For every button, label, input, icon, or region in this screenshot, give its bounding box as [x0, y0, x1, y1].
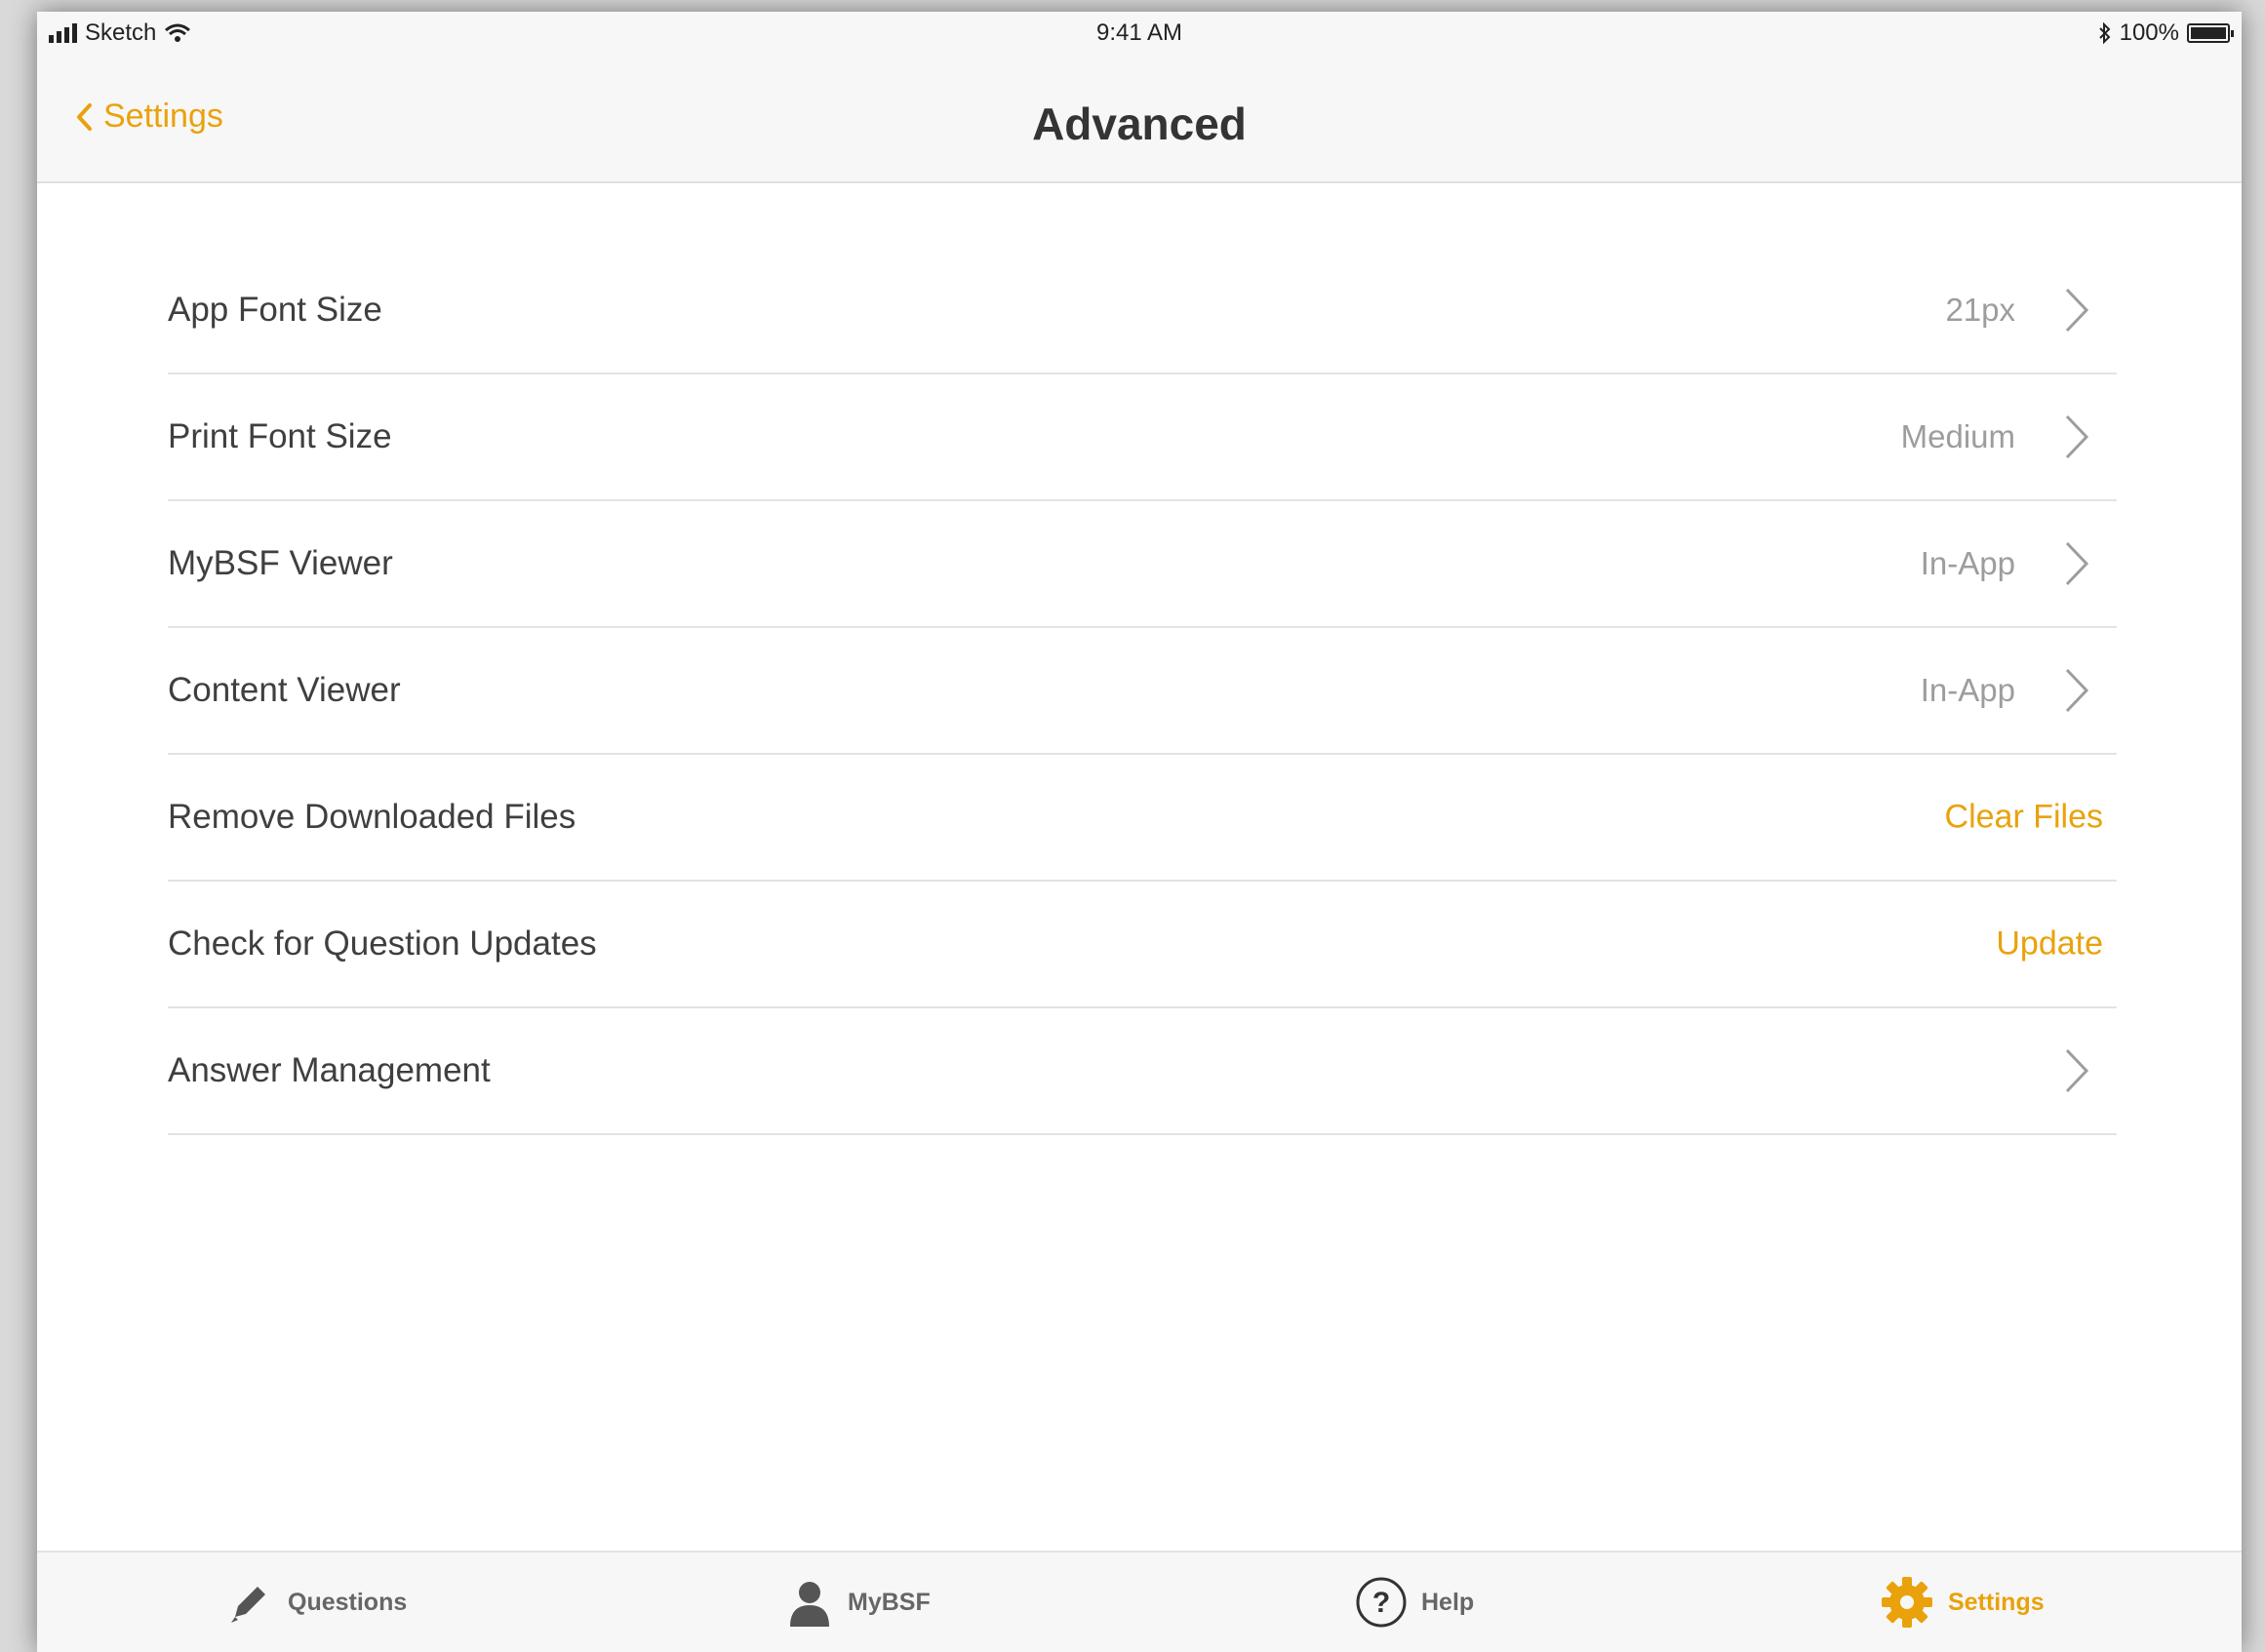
- status-bar: Sketch 9:41 AM 100%: [37, 12, 2242, 55]
- chevron-right-icon: [2065, 1048, 2089, 1093]
- row-label: Content Viewer: [168, 671, 401, 709]
- row-value: In-App: [1920, 545, 2015, 581]
- row-label: Answer Management: [168, 1051, 491, 1089]
- row-print-font-size[interactable]: Print Font Size Medium: [168, 374, 2117, 501]
- row-label: Check for Question Updates: [168, 924, 597, 963]
- row-mybsf-viewer[interactable]: MyBSF Viewer In-App: [168, 501, 2117, 628]
- gear-icon: [1882, 1577, 1932, 1628]
- tab-settings[interactable]: Settings: [1880, 1553, 2045, 1652]
- row-value: 21px: [1945, 292, 2015, 328]
- row-value: In-App: [1920, 672, 2015, 708]
- pencil-icon: [231, 1587, 265, 1623]
- battery-percent: 100%: [2119, 20, 2179, 46]
- header: Sketch 9:41 AM 100% Settings Advanced: [37, 12, 2242, 183]
- row-remove-downloaded-files: Remove Downloaded Files Clear Files: [168, 755, 2117, 882]
- row-label: Remove Downloaded Files: [168, 798, 576, 836]
- help-icon: ?: [1356, 1577, 1407, 1628]
- bluetooth-icon: [2098, 22, 2111, 44]
- row-value: Medium: [1900, 418, 2015, 454]
- app-screen: Sketch 9:41 AM 100% Settings Advanced Ap…: [37, 12, 2242, 1652]
- row-answer-management[interactable]: Answer Management: [168, 1008, 2117, 1135]
- row-label: MyBSF Viewer: [168, 544, 393, 582]
- row-label: Print Font Size: [168, 417, 392, 455]
- row-label: App Font Size: [168, 291, 382, 329]
- page-title: Advanced: [1032, 98, 1247, 149]
- status-right: 100%: [2098, 20, 2234, 47]
- update-button[interactable]: Update: [1996, 925, 2103, 964]
- battery-icon: [2187, 23, 2234, 43]
- chevron-right-icon: [2065, 668, 2089, 713]
- tab-label: Settings: [1948, 1588, 2045, 1616]
- tab-mybsf[interactable]: MyBSF: [785, 1553, 931, 1652]
- tab-questions[interactable]: Questions: [225, 1553, 407, 1652]
- row-content-viewer[interactable]: Content Viewer In-App: [168, 628, 2117, 755]
- chevron-right-icon: [2065, 541, 2089, 586]
- chevron-right-icon: [2065, 414, 2089, 459]
- chevron-right-icon: [2065, 288, 2089, 333]
- tab-label: Questions: [288, 1588, 408, 1616]
- tab-help[interactable]: ? Help: [1355, 1553, 1474, 1652]
- tab-label: MyBSF: [848, 1588, 931, 1616]
- row-app-font-size[interactable]: App Font Size 21px: [168, 248, 2117, 374]
- person-icon: [790, 1582, 829, 1627]
- settings-list: App Font Size 21px Print Font Size Mediu…: [168, 248, 2117, 1135]
- status-time: 9:41 AM: [1095, 20, 1183, 46]
- row-check-question-updates: Check for Question Updates Update: [168, 882, 2117, 1008]
- clear-files-button[interactable]: Clear Files: [1945, 799, 2103, 837]
- tab-bar: Questions MyBSF ? Help Settings: [37, 1551, 2242, 1652]
- svg-text:?: ?: [1372, 1587, 1390, 1619]
- tab-label: Help: [1421, 1588, 1475, 1616]
